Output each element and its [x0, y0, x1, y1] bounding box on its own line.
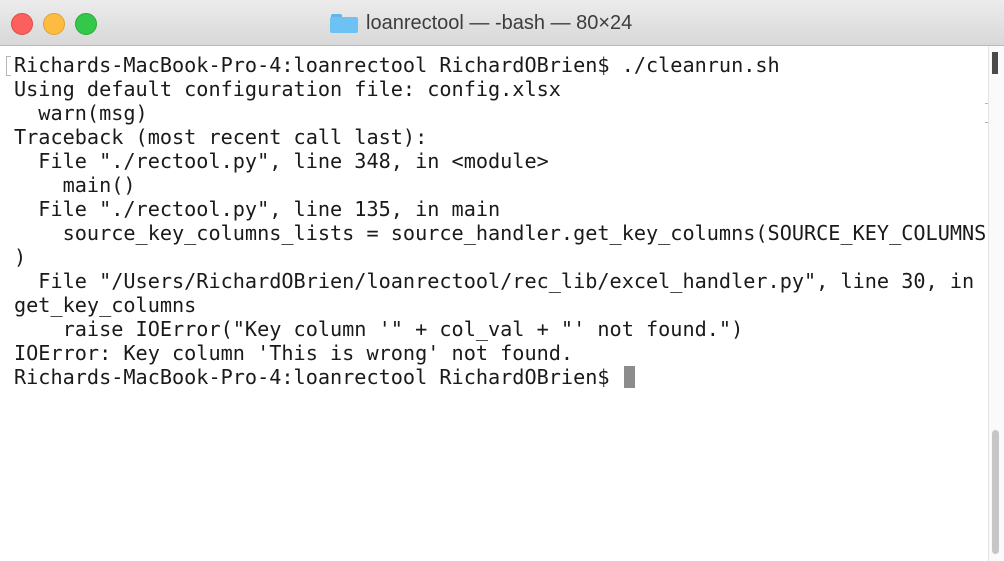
terminal-output-area[interactable]: Richards-MacBook-Pro-4:loanrectool Richa… — [0, 46, 990, 561]
terminal-line: raise IOError("Key column '" + col_val +… — [14, 317, 744, 341]
scrollbar-thumb[interactable] — [992, 430, 999, 554]
terminal-line: Using default configuration file: config… — [14, 77, 561, 101]
terminal-line: File "./rectool.py", line 135, in main — [14, 197, 501, 221]
terminal-line: get_key_columns — [14, 293, 197, 317]
terminal-line: File "/Users/RichardOBrien/loanrectool/r… — [14, 269, 975, 293]
scrollbar-top-strip — [992, 52, 998, 74]
close-window-button[interactable] — [11, 13, 33, 35]
terminal-line: main() — [14, 173, 136, 197]
terminal-line: Traceback (most recent call last): — [14, 125, 428, 149]
terminal-line: File "./rectool.py", line 348, in <modul… — [14, 149, 549, 173]
vertical-scrollbar[interactable] — [988, 46, 1004, 561]
selection-bracket-left — [6, 56, 11, 76]
minimize-window-button[interactable] — [43, 13, 65, 35]
terminal-line: Richards-MacBook-Pro-4:loanrectool Richa… — [14, 53, 780, 77]
terminal-window: loanrectool — -bash — 80×24 Richards-Mac… — [0, 0, 1004, 561]
terminal-line: source_key_columns_lists = source_handle… — [14, 221, 987, 245]
window-title-text: loanrectool — -bash — 80×24 — [366, 11, 633, 34]
folder-icon — [330, 13, 358, 33]
title-bar[interactable]: loanrectool — -bash — 80×24 — [0, 0, 1004, 46]
text-cursor — [623, 366, 635, 388]
window-title: loanrectool — -bash — 80×24 — [330, 9, 632, 37]
terminal-line: IOError: Key column 'This is wrong' not … — [14, 341, 574, 365]
zoom-window-button[interactable] — [75, 13, 97, 35]
terminal-text[interactable]: Richards-MacBook-Pro-4:loanrectool Richa… — [14, 53, 986, 389]
terminal-line: ) — [14, 245, 27, 269]
terminal-prompt-text: Richards-MacBook-Pro-4:loanrectool Richa… — [14, 365, 622, 389]
terminal-prompt-line: Richards-MacBook-Pro-4:loanrectool Richa… — [14, 365, 986, 389]
terminal-line: warn(msg) — [14, 101, 148, 125]
